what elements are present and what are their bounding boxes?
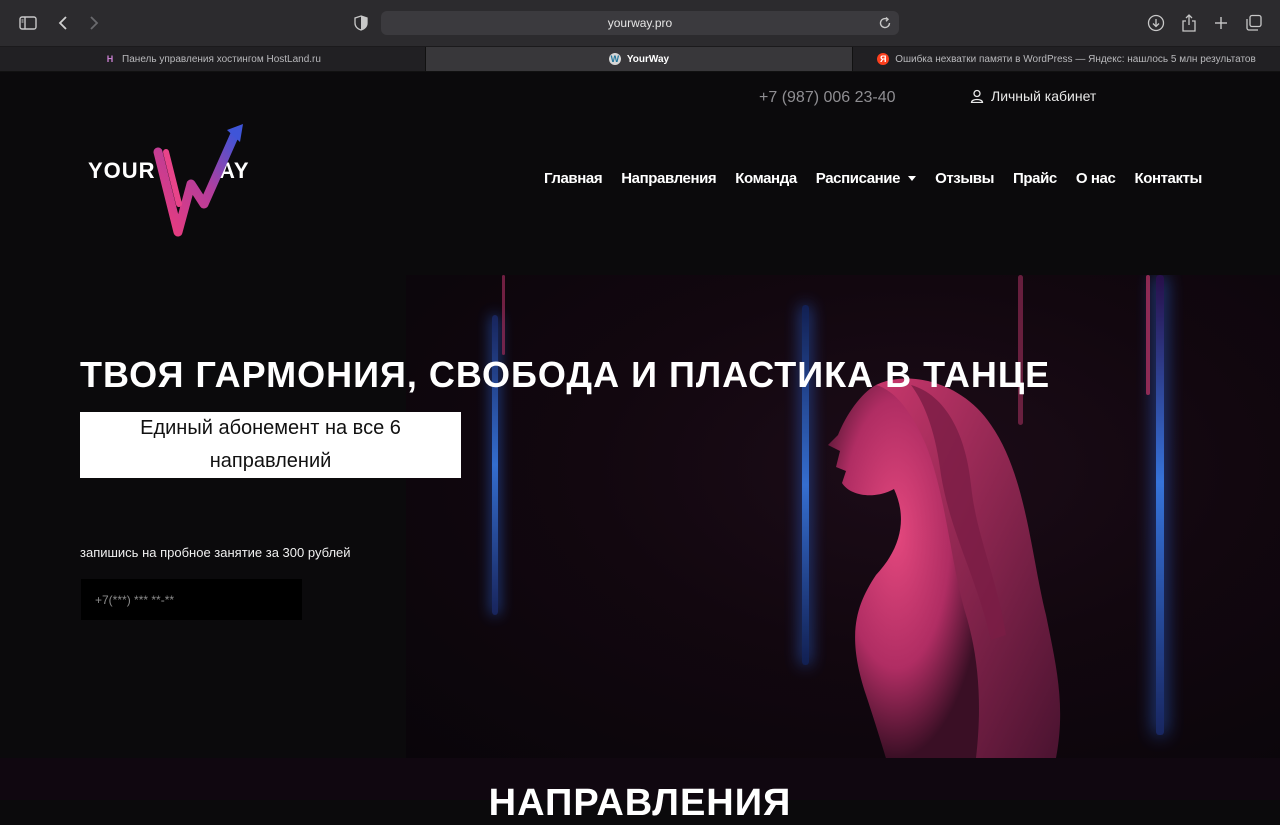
reload-icon[interactable]: [877, 15, 893, 31]
dancer-silhouette: [828, 378, 1061, 758]
nav-item-reviews[interactable]: Отзывы: [935, 170, 994, 187]
browser-toolbar: yourway.pro: [0, 0, 1280, 47]
nav-item-schedule-label: Расписание: [815, 170, 901, 187]
nav-item-team[interactable]: Команда: [735, 170, 797, 187]
downloads-icon[interactable]: [1145, 12, 1167, 34]
account-label: Личный кабинет: [991, 88, 1097, 104]
hero-title: ТВОЯ ГАРМОНИЯ, СВОБОДА И ПЛАСТИКА В ТАНЦ…: [80, 354, 1051, 395]
tab-yourway[interactable]: W YourWay: [426, 47, 852, 71]
hostland-favicon-icon: H: [106, 54, 114, 64]
nav-item-price[interactable]: Прайс: [1013, 170, 1057, 187]
nav-item-schedule[interactable]: Расписание: [815, 170, 917, 187]
yandex-favicon-icon: Я: [877, 53, 890, 65]
tab-label: Панель управления хостингом HostLand.ru: [122, 53, 321, 65]
back-icon[interactable]: [52, 12, 74, 34]
sidebar-toggle-icon[interactable]: [17, 12, 39, 34]
nav-item-contacts[interactable]: Контакты: [1134, 170, 1202, 187]
subscription-badge: Единый абонемент на все 6 направлений: [80, 412, 461, 478]
nav-item-directions[interactable]: Направления: [621, 170, 716, 187]
header-phone[interactable]: +7 (987) 006 23-40: [759, 89, 896, 107]
wordpress-favicon-icon: W: [608, 53, 621, 65]
badge-line-1: Единый абонемент на все 6: [140, 417, 401, 439]
nav-item-home[interactable]: Главная: [544, 170, 603, 187]
phone-input[interactable]: [81, 579, 302, 620]
tab-overview-icon[interactable]: [1243, 12, 1265, 34]
privacy-shield-icon[interactable]: [350, 12, 372, 34]
badge-line-2: направлений: [209, 450, 332, 472]
tab-label: Ошибка нехватки памяти в WordPress — Янд…: [895, 53, 1256, 65]
hero-photo: [406, 275, 1280, 758]
tab-bar: H Панель управления хостингом HostLand.r…: [0, 47, 1280, 72]
account-link[interactable]: Личный кабинет: [970, 88, 1096, 104]
directions-title: НАПРАВЛЕНИЯ: [488, 782, 792, 824]
tab-hostland[interactable]: H Панель управления хостингом HostLand.r…: [0, 47, 425, 71]
nav-item-about[interactable]: О нас: [1076, 170, 1116, 187]
share-icon[interactable]: [1178, 12, 1200, 34]
address-bar[interactable]: yourway.pro: [381, 11, 899, 35]
chevron-down-icon: [908, 176, 917, 181]
new-tab-icon[interactable]: [1210, 12, 1232, 34]
url-text: yourway.pro: [607, 16, 673, 30]
site-logo[interactable]: YOUR AY: [86, 122, 266, 237]
logo-text-left: YOUR: [88, 158, 156, 183]
tab-label: YourWay: [626, 53, 670, 65]
tab-yandex[interactable]: Я Ошибка нехватки памяти в WordPress — Я…: [853, 47, 1280, 71]
user-icon: [970, 89, 984, 103]
main-nav: Главная Направления Команда Расписание О…: [544, 170, 1221, 187]
trial-cta-text: запишись на пробное занятие за 300 рубле…: [80, 545, 351, 560]
forward-icon[interactable]: [83, 12, 105, 34]
